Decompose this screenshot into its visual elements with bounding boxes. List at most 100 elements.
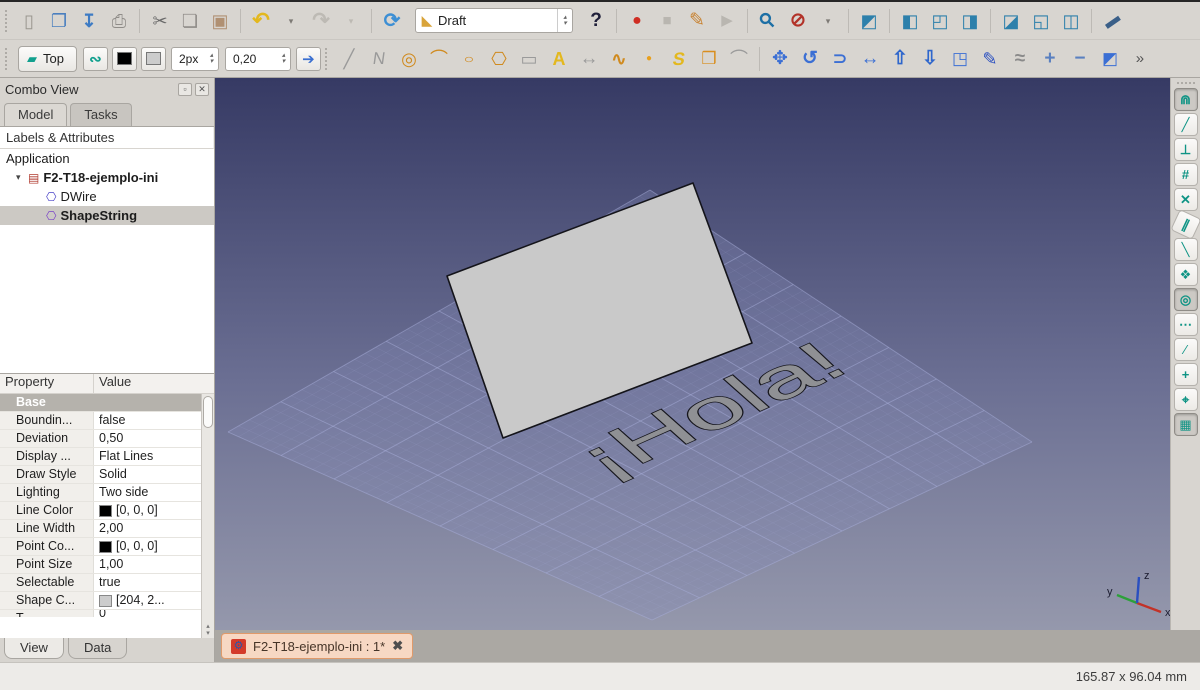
3d-scene[interactable]: ¡Hola! x y z	[215, 78, 1170, 630]
spin-down-icon[interactable]: ▾	[563, 21, 567, 27]
property-value[interactable]: true	[94, 574, 201, 591]
scroll-up-icon[interactable]: ▴	[206, 623, 210, 630]
snap-grid-icon[interactable]: #	[1174, 163, 1198, 186]
draft-ellipse-icon[interactable]: ○	[455, 49, 483, 67]
open-folder-icon[interactable]: ❐	[45, 7, 73, 35]
undo-dropdown-icon[interactable]: ▾	[277, 7, 305, 35]
macro-stop-icon[interactable]: ■	[653, 7, 681, 35]
toggle-grid-icon[interactable]: ▦	[1174, 413, 1198, 436]
draft-upgrade-icon[interactable]: ⇧	[886, 45, 914, 73]
snap-center-icon[interactable]: ◎	[1174, 288, 1198, 311]
property-group-row[interactable]: Base	[0, 394, 201, 412]
draft-shape2dview-icon[interactable]: ◩	[1096, 45, 1124, 73]
draft-bezier-icon[interactable]: ⌒	[725, 45, 753, 73]
line-width-spinbox[interactable]: 2px ▴ ▾	[171, 47, 219, 71]
property-row[interactable]: Point Co...[0, 0, 0]	[0, 538, 201, 556]
snap-ortho-icon[interactable]: ❖	[1174, 263, 1198, 286]
macro-play-icon[interactable]: ▶	[713, 7, 741, 35]
toolbar-overflow-icon[interactable]: »	[1126, 45, 1154, 73]
macro-record-icon[interactable]: ●	[623, 7, 651, 35]
draft-downgrade-icon[interactable]: ⇩	[916, 45, 944, 73]
draft-edit-icon[interactable]: ✎	[976, 45, 1004, 73]
tree-item-application[interactable]: Application	[0, 149, 214, 168]
property-value[interactable]: Flat Lines	[94, 448, 201, 465]
view-front-icon[interactable]: ◧	[896, 7, 924, 35]
save-icon[interactable]: ↧	[75, 7, 103, 35]
property-row[interactable]: Shape C...[204, 2...	[0, 592, 201, 610]
new-file-icon[interactable]: ▯	[15, 7, 43, 35]
property-row[interactable]: Deviation0,50	[0, 430, 201, 448]
property-value[interactable]: Two side	[94, 484, 201, 501]
tab-data[interactable]: Data	[68, 638, 127, 659]
view-bottom-icon[interactable]: ◱	[1027, 7, 1055, 35]
property-row[interactable]: LightingTwo side	[0, 484, 201, 502]
tree-expander-icon[interactable]: ▾	[16, 172, 28, 183]
property-value[interactable]: [0, 0, 0]	[94, 502, 201, 519]
draft-line-icon[interactable]: ╱	[335, 45, 363, 73]
scrollbar-thumb[interactable]	[203, 396, 213, 428]
tab-close-icon[interactable]: ✖	[392, 638, 403, 654]
draft-wire-to-bspline-icon[interactable]: ≈	[1006, 45, 1034, 73]
property-row[interactable]: T...0	[0, 610, 201, 617]
property-value[interactable]: Solid	[94, 466, 201, 483]
3d-view[interactable]: ¡Hola! x y z	[215, 78, 1170, 630]
property-row[interactable]: Boundin...false	[0, 412, 201, 430]
view-left-icon[interactable]: ◫	[1057, 7, 1085, 35]
face-color-button[interactable]	[141, 47, 166, 71]
draft-add-point-icon[interactable]: +	[1036, 45, 1064, 73]
macro-edit-icon[interactable]: ✎	[683, 7, 711, 35]
tab-model[interactable]: Model	[4, 103, 67, 126]
construction-mode-button[interactable]: ∾	[83, 47, 108, 71]
draft-point-icon[interactable]: ●	[635, 45, 663, 73]
property-scrollbar[interactable]: ▴ ▾	[201, 394, 214, 638]
scroll-down-icon[interactable]: ▾	[206, 630, 210, 637]
zoom-fit-icon[interactable]: ⚲	[748, 1, 788, 41]
view-top-icon[interactable]: ◰	[926, 7, 954, 35]
property-value[interactable]: [204, 2...	[94, 592, 201, 609]
float-panel-icon[interactable]: ▫	[178, 83, 192, 96]
property-value[interactable]: 0,50	[94, 430, 201, 447]
tree-item-dwire[interactable]: ⎔DWire	[0, 187, 214, 206]
whats-this-icon[interactable]: ?	[582, 7, 610, 35]
property-value[interactable]: 0	[94, 610, 201, 617]
draft-shapestring-icon[interactable]: S	[663, 45, 696, 73]
draft-dimension-icon[interactable]: ↔	[575, 45, 603, 73]
tree-item-f2-t18-ejemplo-ini[interactable]: ▾▤F2-T18-ejemplo-ini	[0, 168, 214, 187]
draw-style-dropdown-icon[interactable]: ▾	[814, 7, 842, 35]
draft-polygon-icon[interactable]: ⎔	[485, 45, 513, 73]
text-scale-spinbox[interactable]: 0,20 ▴ ▾	[225, 47, 291, 71]
spin-down-icon[interactable]: ▾	[282, 59, 286, 65]
tab-tasks[interactable]: Tasks	[70, 103, 131, 126]
property-row[interactable]: Display ...Flat Lines	[0, 448, 201, 466]
draft-delete-point-icon[interactable]: −	[1066, 45, 1094, 73]
autogroup-button[interactable]: ➔	[296, 47, 321, 71]
property-row[interactable]: Selectabletrue	[0, 574, 201, 592]
view-axonometric-icon[interactable]: ◩	[855, 7, 883, 35]
snap-midpoint-icon[interactable]: ╲	[1174, 238, 1198, 261]
draft-rectangle-icon[interactable]: ▭	[515, 45, 543, 73]
workbench-selector-spinner[interactable]: ▴ ▾	[557, 9, 572, 32]
snap-perpendicular-icon[interactable]: ⊥	[1174, 138, 1198, 161]
close-panel-icon[interactable]: ✕	[195, 83, 209, 96]
cut-icon[interactable]: ✂	[146, 7, 174, 35]
tab-view[interactable]: View	[4, 638, 64, 659]
snap-parallel-icon[interactable]: ∥	[1170, 209, 1200, 240]
line-color-button[interactable]	[112, 47, 137, 71]
draft-move-icon[interactable]: ✥	[766, 45, 794, 73]
undo-icon[interactable]: ↶	[247, 7, 275, 35]
tree-item-shapestring[interactable]: ⎔ShapeString	[0, 206, 214, 225]
redo-dropdown-icon[interactable]: ▾	[337, 7, 365, 35]
print-icon[interactable]: ⎙	[105, 7, 133, 35]
draft-offset-icon[interactable]: ⊃	[826, 45, 854, 73]
property-row[interactable]: Point Size1,00	[0, 556, 201, 574]
snap-near-icon[interactable]: ∕	[1174, 338, 1198, 361]
snap-extension-icon[interactable]: +	[1174, 363, 1198, 386]
snap-lock-icon[interactable]: ⋒	[1174, 88, 1198, 111]
draft-scale-icon[interactable]: ◳	[946, 45, 974, 73]
draft-rotate-icon[interactable]: ↺	[796, 45, 824, 73]
snap-working-plane-icon[interactable]: ⌖	[1174, 388, 1198, 411]
property-value[interactable]: 1,00	[94, 556, 201, 573]
property-row[interactable]: Line Color[0, 0, 0]	[0, 502, 201, 520]
paste-icon[interactable]: ▣	[206, 7, 234, 35]
property-row[interactable]: Draw StyleSolid	[0, 466, 201, 484]
